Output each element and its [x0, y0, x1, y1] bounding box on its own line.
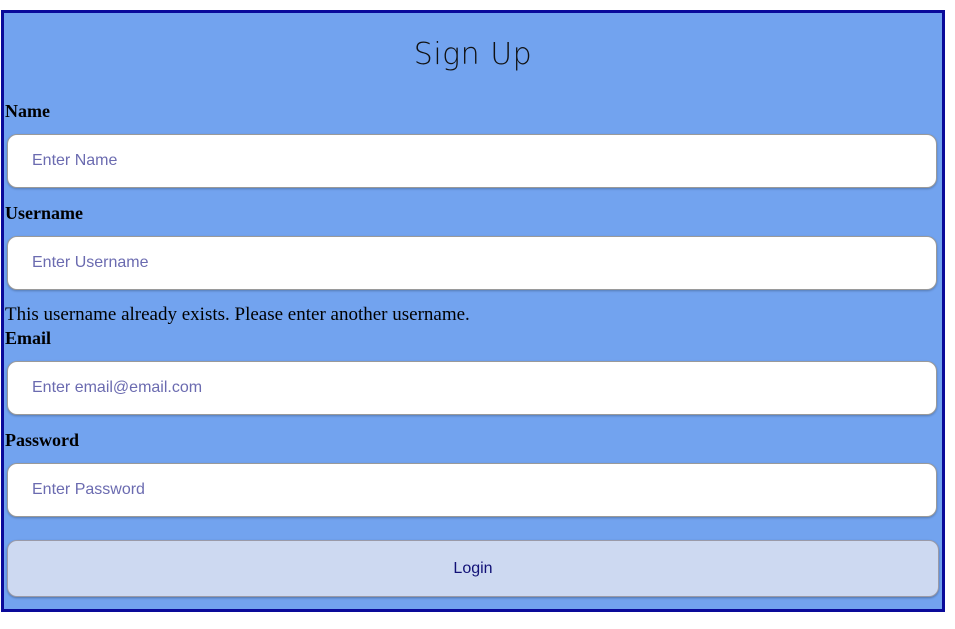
- username-input[interactable]: [7, 236, 937, 290]
- password-label: Password: [5, 430, 80, 450]
- username-error-message: This username already exists. Please ent…: [5, 304, 470, 325]
- login-button[interactable]: Login: [7, 540, 939, 597]
- name-input[interactable]: [7, 134, 937, 188]
- signup-form: Sign Up Name Username This username alre…: [1, 10, 945, 612]
- password-input[interactable]: [7, 463, 937, 517]
- form-title: Sign Up: [413, 37, 533, 72]
- email-input[interactable]: [7, 361, 937, 415]
- email-label: Email: [5, 328, 52, 348]
- name-label: Name: [5, 101, 50, 121]
- username-label: Username: [5, 203, 83, 223]
